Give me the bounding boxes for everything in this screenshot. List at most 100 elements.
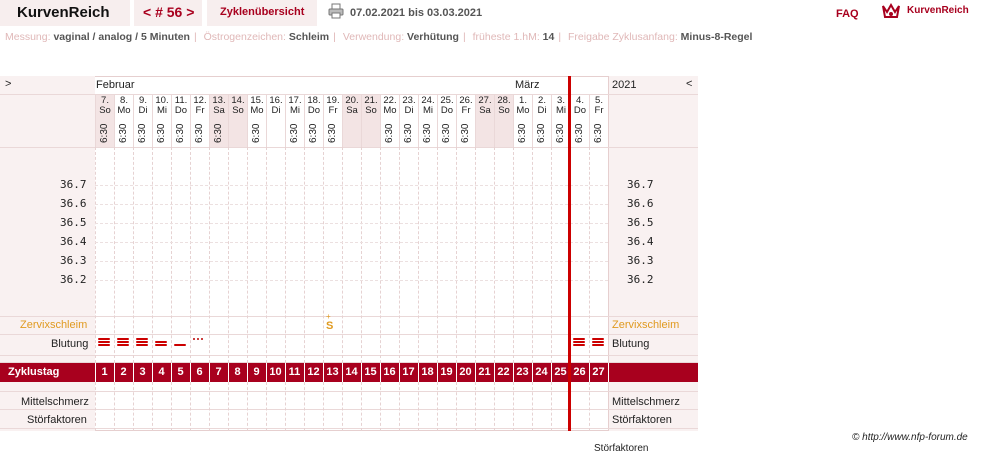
measurement-value: vaginal / analog / 5 Minuten bbox=[53, 31, 190, 43]
logo-text[interactable]: KurvenReich bbox=[907, 5, 969, 16]
bleeding-row-label-right: Blutung bbox=[612, 338, 650, 350]
disturbance-row-label: Störfaktoren bbox=[27, 414, 87, 426]
cycle-day-number: 14 bbox=[345, 366, 358, 378]
cycle-day-number: 16 bbox=[383, 366, 396, 378]
measurement-time: 6:30 bbox=[384, 123, 395, 143]
cycle-day-number: 20 bbox=[459, 366, 472, 378]
weekday: Mi bbox=[156, 105, 168, 116]
cervix-row-label-right: Zervixschleim bbox=[612, 319, 680, 331]
scroll-right-button[interactable]: < bbox=[686, 78, 692, 90]
day-column-header[interactable]: 14. So bbox=[228, 95, 247, 147]
weekday: Mo bbox=[516, 105, 530, 116]
day-column-header[interactable]: 23. Di 6:30 bbox=[399, 95, 418, 147]
temperature-tick-right: 36.6 bbox=[627, 197, 654, 210]
temperature-tick-right: 36.4 bbox=[627, 235, 654, 248]
cycle-navigator[interactable]: < # 56 > bbox=[134, 0, 202, 26]
cycle-day-number: 19 bbox=[440, 366, 453, 378]
cycle-day-label: Zyklustag bbox=[8, 366, 60, 378]
day-column-header[interactable]: 20. Sa bbox=[342, 95, 361, 147]
earliest-hm-label: früheste 1.hM: bbox=[472, 31, 540, 43]
day-column-header[interactable]: 12. Fr 6:30 bbox=[190, 95, 209, 147]
scroll-left-button[interactable]: > bbox=[5, 78, 11, 90]
day-column-header[interactable]: 10. Mi 6:30 bbox=[152, 95, 171, 147]
measurement-time: 6:30 bbox=[555, 123, 566, 143]
day-column-header[interactable]: 9. Di 6:30 bbox=[133, 95, 152, 147]
temperature-tick-left: 36.3 bbox=[60, 254, 87, 267]
weekday: So bbox=[365, 105, 377, 116]
cycle-day-number: 27 bbox=[592, 366, 605, 378]
kurvenreich-logo-icon[interactable] bbox=[881, 2, 901, 20]
overview-tab-label[interactable]: Zyklenübersicht bbox=[220, 6, 304, 18]
day-column-header[interactable]: 11. Do 6:30 bbox=[171, 95, 190, 147]
brand-title[interactable]: KurvenReich bbox=[17, 4, 110, 21]
cycle-start-release-label: Freigabe Zyklusanfang: bbox=[568, 31, 678, 43]
day-column-header[interactable]: 5. Fr 6:30 bbox=[589, 95, 608, 147]
weekday: Di bbox=[138, 105, 148, 116]
cycle-day-number: 1 bbox=[101, 366, 108, 378]
day-column-header[interactable]: 18. Do 6:30 bbox=[304, 95, 323, 147]
cycle-day-number: 5 bbox=[177, 366, 184, 378]
weekday: Di bbox=[271, 105, 281, 116]
weekday: Do bbox=[174, 105, 188, 116]
day-column-header[interactable]: 17. Mi 6:30 bbox=[285, 95, 304, 147]
weekday: Fr bbox=[594, 105, 604, 116]
day-column-header[interactable]: 24. Mi 6:30 bbox=[418, 95, 437, 147]
weekday: So bbox=[99, 105, 111, 116]
month-label-march: März bbox=[515, 79, 540, 91]
weekday: Sa bbox=[213, 105, 225, 116]
cycle-number[interactable]: < # 56 > bbox=[143, 4, 194, 20]
day-column-header[interactable]: 19. Fr 6:30 bbox=[323, 95, 342, 147]
weekday: Mo bbox=[117, 105, 131, 116]
brand-tab[interactable]: KurvenReich bbox=[0, 0, 130, 26]
estrogen-sign-value: Schleim bbox=[288, 31, 330, 43]
measurement-time: 6:30 bbox=[441, 123, 452, 143]
print-icon[interactable] bbox=[328, 3, 344, 19]
copyright-link[interactable]: © http://www.nfp-forum.de bbox=[852, 432, 968, 443]
day-column-header[interactable]: 13. Sa 6:30 bbox=[209, 95, 228, 147]
measurement-time: 6:30 bbox=[574, 123, 585, 143]
day-column-header[interactable]: 26. Fr 6:30 bbox=[456, 95, 475, 147]
day-column-header[interactable]: 22. Mo 6:30 bbox=[380, 95, 399, 147]
day-column-header[interactable]: 21. So bbox=[361, 95, 380, 147]
cycle-overview-tab[interactable]: Zyklenübersicht bbox=[207, 0, 317, 26]
current-day-marker bbox=[568, 76, 571, 431]
day-column-header[interactable]: 16. Di bbox=[266, 95, 285, 147]
temperature-tick-right: 36.5 bbox=[627, 216, 654, 229]
day-column-header[interactable]: 25. Do 6:30 bbox=[437, 95, 456, 147]
weekday: Do bbox=[440, 105, 454, 116]
day-column-header[interactable]: 2. Di 6:30 bbox=[532, 95, 551, 147]
weekday: Fr bbox=[461, 105, 471, 116]
cycle-day-number: 23 bbox=[516, 366, 529, 378]
measurement-time: 6:30 bbox=[289, 123, 300, 143]
day-column-header[interactable]: 1. Mo 6:30 bbox=[513, 95, 532, 147]
day-column-header[interactable]: 15. Mo 6:30 bbox=[247, 95, 266, 147]
day-column-header[interactable]: 4. Do 6:30 bbox=[570, 95, 589, 147]
cervix-mark[interactable]: S bbox=[326, 320, 333, 332]
day-column-header[interactable]: 28. So bbox=[494, 95, 513, 147]
usage-label: Verwendung: bbox=[342, 31, 405, 43]
temperature-tick-left: 36.6 bbox=[60, 197, 87, 210]
day-column-header[interactable]: 27. Sa bbox=[475, 95, 494, 147]
earliest-hm-value: 14 bbox=[542, 31, 555, 43]
measurement-time: 6:30 bbox=[156, 123, 167, 143]
cycle-chart: 7. So 6:30 8. Mo 6:30 9. Di 6:30 10. Mi 6:30 11. Do 6:… bbox=[0, 76, 698, 431]
measurement-time: 6:30 bbox=[213, 123, 224, 143]
day-column-header[interactable]: 8. Mo 6:30 bbox=[114, 95, 133, 147]
year-label: 2021 bbox=[612, 79, 637, 91]
weekday: Sa bbox=[346, 105, 358, 116]
day-column-header[interactable]: 7. So 6:30 bbox=[95, 95, 114, 147]
weekday: Sa bbox=[479, 105, 491, 116]
cycle-day-number: 22 bbox=[497, 366, 510, 378]
cycle-day-number: 4 bbox=[158, 366, 165, 378]
temperature-tick-right: 36.2 bbox=[627, 273, 654, 286]
measurement-time: 6:30 bbox=[194, 123, 205, 143]
measurement-time: 6:30 bbox=[327, 123, 338, 143]
disturbance-row-label-right: Störfaktoren bbox=[612, 414, 672, 426]
faq-link[interactable]: FAQ bbox=[836, 8, 859, 20]
usage-value: Verhütung bbox=[407, 31, 459, 43]
mittelschmerz-row-label: Mittelschmerz bbox=[21, 396, 89, 408]
temperature-tick-left: 36.5 bbox=[60, 216, 87, 229]
weekday: Mo bbox=[383, 105, 397, 116]
cycle-day-number: 12 bbox=[307, 366, 320, 378]
measurement-time: 6:30 bbox=[99, 123, 110, 143]
